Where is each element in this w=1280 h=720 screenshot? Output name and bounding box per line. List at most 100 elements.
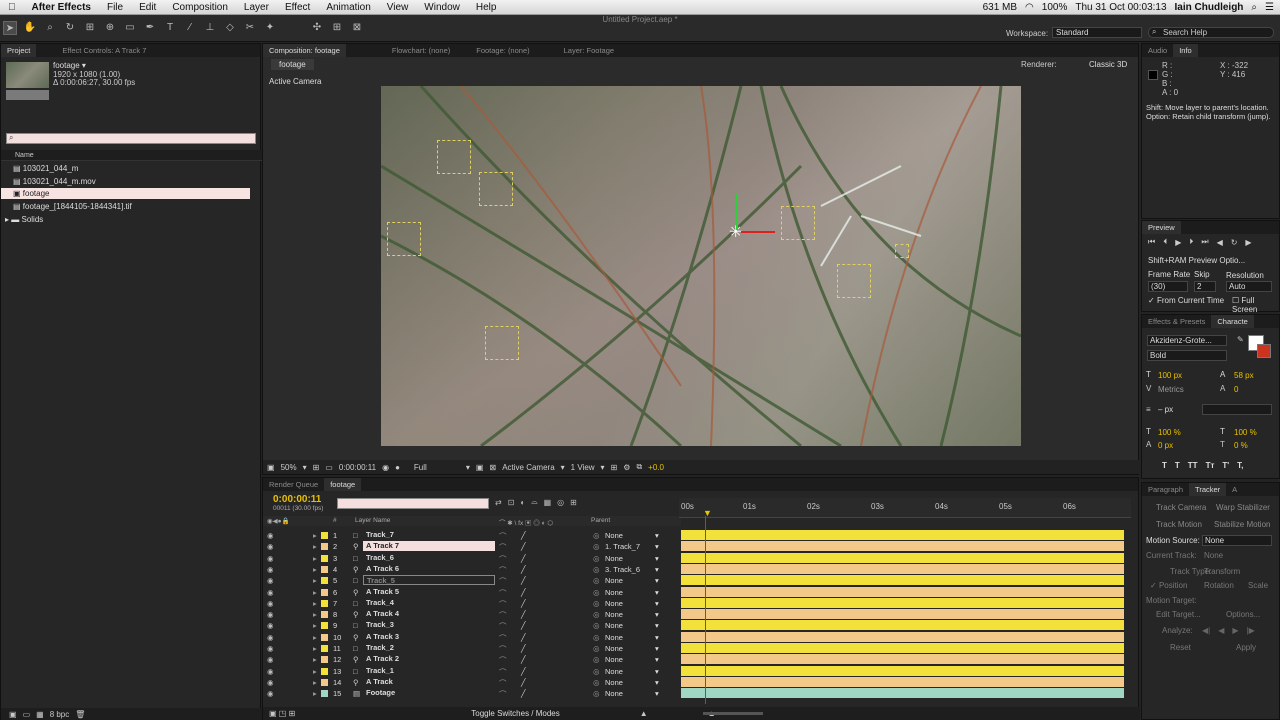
layer-row[interactable]: ◉ ▸ 9 □ Track_3 ⌒ ╱ ◎ None ▾ <box>263 620 681 631</box>
parent-select[interactable]: 3. Track_6 <box>605 565 661 574</box>
quality-select[interactable]: Full <box>414 463 460 472</box>
disclosure-triangle-icon[interactable]: ▸ <box>313 644 317 653</box>
dropdown-icon[interactable]: ▾ <box>466 463 470 472</box>
battery-status[interactable]: 100% <box>1042 0 1068 15</box>
ram-preview-icon[interactable]: ▶ <box>1245 238 1251 247</box>
eye-icon[interactable]: ◉ <box>267 610 274 619</box>
menu-view[interactable]: View <box>379 0 417 15</box>
parent-select[interactable]: None <box>605 667 661 676</box>
layer-name[interactable]: A Track 2 <box>363 654 495 664</box>
tab-composition[interactable]: Composition: footage <box>263 44 346 57</box>
eye-icon[interactable]: ◉ <box>267 621 274 630</box>
comp-mini-flowchart-icon[interactable]: ⇄ <box>495 498 502 507</box>
comp-viewport[interactable]: ✳ <box>381 86 1021 446</box>
layer-duration-bar[interactable] <box>681 575 1124 586</box>
layer-duration-bar[interactable] <box>681 676 1124 687</box>
rectangle-tool-icon[interactable]: ▭ <box>123 21 137 35</box>
layer-name[interactable]: A Track 6 <box>363 564 495 574</box>
quality-switch-icon[interactable]: ╱ <box>521 531 526 540</box>
tab-paragraph[interactable]: Paragraph <box>1142 483 1189 496</box>
stroke-width-value[interactable]: – px <box>1158 405 1173 414</box>
column-parent[interactable]: Parent <box>591 517 610 524</box>
new-folder-icon[interactable]: ▭ <box>23 710 31 719</box>
expand-panes-icon[interactable]: ▣ ◳ ⊞ <box>269 709 295 718</box>
loop-icon[interactable]: ↻ <box>1231 238 1238 247</box>
tab-tracker[interactable]: Tracker <box>1189 483 1227 496</box>
dropdown-icon[interactable]: ▾ <box>561 463 565 472</box>
quality-switch-icon[interactable]: ╱ <box>521 633 526 642</box>
dropdown-icon[interactable]: ▾ <box>655 633 659 642</box>
dropdown-icon[interactable]: ▾ <box>655 610 659 619</box>
label-color-swatch[interactable] <box>321 599 328 607</box>
renderer-value[interactable]: Classic 3D <box>1089 60 1127 69</box>
layer-duration-bar[interactable] <box>681 609 1124 620</box>
zoom-select[interactable]: 50% <box>281 463 297 472</box>
y-axis-gizmo[interactable] <box>736 194 738 230</box>
zoom-slider[interactable] <box>703 712 763 715</box>
label-color-swatch[interactable] <box>321 633 328 641</box>
dropdown-icon[interactable]: ▾ <box>655 588 659 597</box>
always-preview-icon[interactable]: ▣ <box>267 463 275 472</box>
layer-duration-bar[interactable] <box>681 643 1124 653</box>
apply-button[interactable]: Apply <box>1236 643 1256 652</box>
disclosure-triangle-icon[interactable]: ▸ <box>313 633 317 642</box>
label-color-swatch[interactable] <box>321 588 328 596</box>
layer-row[interactable]: ◉ ▸ 8 ⚲ A Track 4 ⌒ ╱ ◎ None ▾ <box>263 609 681 620</box>
layer-name[interactable]: Footage <box>363 688 495 698</box>
parent-select[interactable]: None <box>605 689 661 698</box>
grid-icon[interactable]: ⊞ <box>313 463 320 472</box>
layer-row[interactable]: ◉ ▸ 5 □ Track_5 ⌒ ╱ ◎ None ▾ <box>263 575 681 586</box>
layer-duration-bar[interactable] <box>681 597 1124 608</box>
eye-icon[interactable]: ◉ <box>267 633 274 642</box>
menu-edit[interactable]: Edit <box>131 0 164 15</box>
interpret-footage-icon[interactable]: ▣ <box>9 710 17 719</box>
dropdown-icon[interactable]: ▾ <box>655 655 659 664</box>
tsume-value[interactable]: 0 % <box>1234 441 1248 450</box>
track-type-value[interactable]: Transform <box>1204 567 1240 576</box>
label-color-icon[interactable]: # <box>333 517 337 524</box>
current-time[interactable]: 0:00:00:11 <box>339 463 376 472</box>
tab-flowchart[interactable]: Flowchart: (none) <box>386 44 456 57</box>
rotate-tool-icon[interactable]: ↻ <box>63 21 77 35</box>
warp-stabilizer-button[interactable]: Warp Stabilizer <box>1216 503 1270 512</box>
timeline-icon[interactable]: ⧉ <box>636 462 642 472</box>
layer-duration-bar[interactable] <box>681 541 1124 552</box>
tab-effects-presets[interactable]: Effects & Presets <box>1142 315 1211 328</box>
layer-duration-bar[interactable] <box>681 586 1124 597</box>
label-color-swatch[interactable] <box>321 656 328 664</box>
tab-layer[interactable]: Layer: Footage <box>558 44 620 57</box>
stabilize-motion-button[interactable]: Stabilize Motion <box>1214 520 1270 529</box>
layer-row[interactable]: ◉ ▸ 4 ⚲ A Track 6 ⌒ ╱ ◎ 3. Track_6 ▾ <box>263 564 681 575</box>
quality-switch-icon[interactable]: ╱ <box>521 554 526 563</box>
layer-duration-bar[interactable] <box>681 552 1124 563</box>
analyze-forward-one-icon[interactable]: |▶ <box>1247 626 1255 635</box>
all-caps-icon[interactable]: TT <box>1188 461 1198 470</box>
layer-duration-bar[interactable] <box>681 665 1124 676</box>
label-color-swatch[interactable] <box>321 554 328 562</box>
disclosure-triangle-icon[interactable]: ▸ <box>313 531 317 540</box>
parent-select[interactable]: None <box>605 588 661 597</box>
eye-icon[interactable]: ◉ <box>267 689 274 698</box>
layer-name[interactable]: A Track 7 <box>363 541 495 552</box>
motion-blur-icon[interactable]: ◎ <box>557 498 564 507</box>
track-point-box[interactable] <box>895 244 909 258</box>
faux-bold-icon[interactable]: T <box>1162 461 1167 470</box>
track-point-box[interactable] <box>781 206 815 240</box>
pick-whip-icon[interactable]: ◎ <box>593 644 600 653</box>
label-color-swatch[interactable] <box>321 622 328 630</box>
pick-whip-icon[interactable]: ◎ <box>593 655 600 664</box>
apple-menu-icon[interactable]:  <box>0 0 24 15</box>
column-name[interactable]: Name <box>15 152 34 159</box>
search-help-input[interactable]: Search Help <box>1148 27 1274 38</box>
disclosure-triangle-icon[interactable]: ▸ <box>313 565 317 574</box>
menu-animation[interactable]: Animation <box>318 0 378 15</box>
parent-select[interactable]: None <box>605 531 661 540</box>
dropdown-icon[interactable]: ▾ <box>601 463 605 472</box>
menu-file[interactable]: File <box>99 0 131 15</box>
pick-whip-icon[interactable]: ◎ <box>593 678 600 687</box>
disclosure-triangle-icon[interactable]: ▸ <box>313 599 317 608</box>
first-frame-icon[interactable]: ⏮ <box>1148 237 1155 247</box>
eye-icon[interactable]: ◉ <box>267 667 274 676</box>
type-tool-icon[interactable]: T <box>163 21 177 35</box>
quality-switch-icon[interactable]: ╱ <box>521 610 526 619</box>
